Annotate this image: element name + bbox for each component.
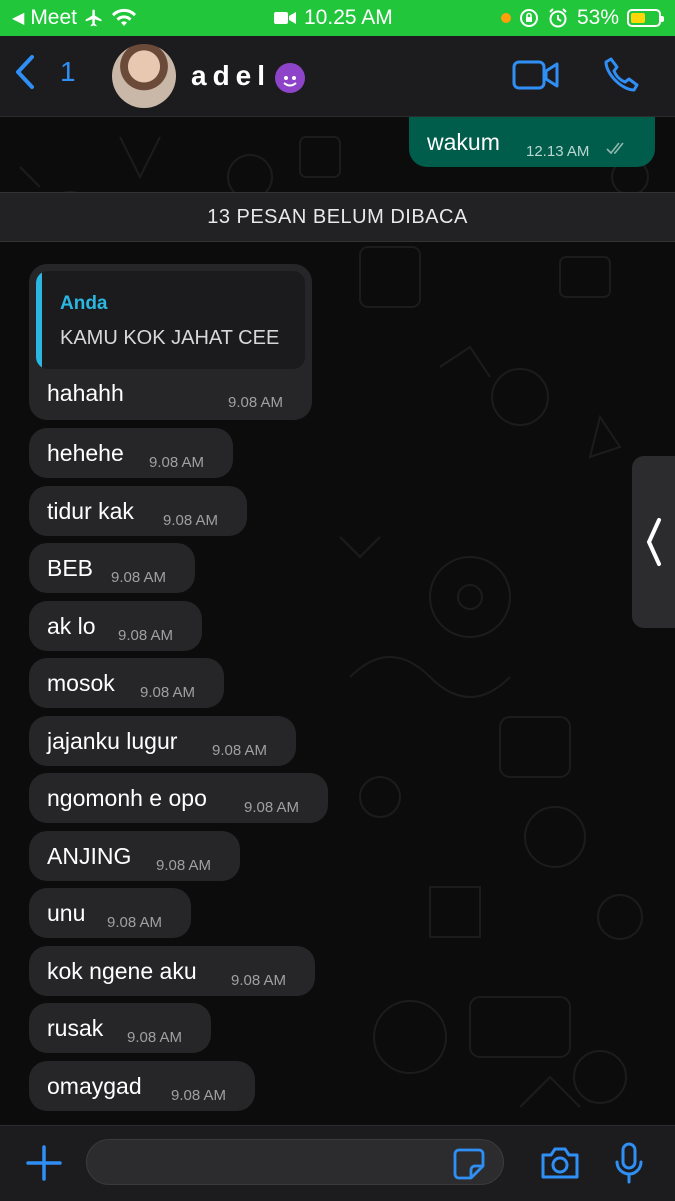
message-time: 9.08 AM (231, 971, 287, 989)
chat-area[interactable]: wakum 12.13 AM 13 PESAN BELUM DIBACA And… (0, 117, 675, 1125)
microphone-icon[interactable] (614, 1142, 644, 1184)
message-time: 9.08 AM (163, 511, 219, 529)
incoming-message[interactable]: omaygad 9.08 AM (29, 1060, 255, 1111)
message-time: 9.08 AM (140, 684, 196, 701)
message-time: 9.08 AM (156, 856, 212, 874)
back-button[interactable]: 1 (14, 54, 76, 90)
double-check-icon (606, 142, 624, 155)
incoming-message[interactable]: mosok 9.08 AM (29, 658, 224, 708)
message-time: 9.08 AM (149, 454, 205, 471)
message-input-bar (0, 1125, 675, 1201)
status-time: 10.25 AM (304, 6, 393, 29)
message-text: hahahh (47, 380, 124, 406)
message-text: ngomonh e opo (47, 785, 207, 811)
message-text: wakum (427, 129, 500, 155)
phone-call-icon[interactable] (602, 56, 640, 94)
battery-icon (627, 9, 664, 27)
chat-header: 1 adel (0, 36, 675, 117)
smiling-devil-emoji-icon (275, 62, 306, 93)
contact-name-label: adel (191, 60, 272, 91)
incoming-message[interactable]: hehehe 9.08 AM (29, 428, 233, 478)
message-time: 9.08 AM (118, 626, 174, 644)
message-text: ak lo (47, 612, 96, 639)
message-text: BEB (47, 555, 94, 581)
wifi-icon (112, 8, 136, 26)
quote-author: Anda (60, 293, 108, 314)
back-to-app-label[interactable]: Meet (30, 6, 77, 30)
outgoing-message[interactable]: wakum 12.13 AM (409, 117, 655, 167)
status-bar: ◀ Meet 10.25 AM 53% (0, 0, 675, 36)
message-text: omaygad (47, 1072, 142, 1099)
quote-text: KAMU KOK JAHAT CEE (60, 327, 280, 349)
side-panel-handle[interactable] (632, 456, 675, 628)
message-time: 9.08 AM (244, 799, 300, 816)
chevron-left-icon (16, 55, 34, 89)
message-text: rusak (47, 1015, 104, 1041)
privacy-indicator-dot (500, 13, 511, 23)
message-text: unu (47, 900, 86, 926)
status-center: 10.25 AM (274, 6, 393, 30)
message-time: 9.08 AM (127, 1029, 183, 1046)
video-recording-icon (274, 12, 296, 24)
message-time: 9.08 AM (171, 1086, 227, 1104)
message-time: 9.08 AM (228, 394, 284, 411)
back-to-app-icon[interactable]: ◀ (12, 8, 24, 28)
message-text: kok ngene aku (47, 957, 197, 984)
chevron-left-icon (646, 518, 661, 566)
battery-percentage: 53% (576, 6, 619, 29)
incoming-message[interactable]: ANJING 9.08 AM (29, 830, 240, 881)
message-text: hehehe (47, 440, 124, 466)
quote-accent-bar (36, 271, 42, 369)
alarm-icon (549, 8, 567, 28)
message-input[interactable] (86, 1139, 504, 1185)
message-time: 12.13 AM (526, 143, 590, 160)
unread-chats-count: 1 (60, 56, 76, 87)
message-text: tidur kak (47, 497, 134, 524)
incoming-message[interactable]: kok ngene aku 9.08 AM (29, 945, 315, 996)
incoming-message[interactable]: unu 9.08 AM (29, 888, 191, 938)
status-left: ◀ Meet (12, 6, 137, 30)
sticker-icon[interactable] (453, 1148, 485, 1180)
incoming-message[interactable]: jajanku lugur 9.08 AM (29, 715, 296, 766)
message-time: 9.08 AM (107, 914, 163, 931)
message-text: ANJING (47, 842, 132, 869)
plus-icon[interactable] (25, 1144, 63, 1182)
video-call-icon[interactable] (512, 58, 560, 92)
message-time: 9.08 AM (111, 569, 167, 586)
unread-messages-banner: 13 PESAN BELUM DIBACA (0, 192, 675, 242)
rotation-lock-icon (519, 9, 538, 27)
incoming-message[interactable]: ngomonh e opo 9.08 AM (29, 773, 328, 823)
message-text: jajanku lugur (47, 727, 178, 754)
incoming-message[interactable]: tidur kak 9.08 AM (29, 485, 247, 536)
contact-name[interactable]: adel (191, 60, 306, 93)
camera-icon[interactable] (540, 1146, 580, 1180)
message-text: mosok (47, 670, 115, 696)
incoming-message[interactable]: rusak 9.08 AM (29, 1003, 211, 1053)
incoming-message[interactable]: ak lo 9.08 AM (29, 600, 202, 651)
message-time: 9.08 AM (212, 741, 268, 759)
airplane-icon (85, 9, 102, 27)
status-right: 53% (500, 6, 664, 30)
incoming-message[interactable]: BEB 9.08 AM (29, 543, 195, 593)
quoted-message-preview[interactable]: Anda KAMU KOK JAHAT CEE (36, 271, 305, 369)
quoted-reply-message[interactable]: Anda KAMU KOK JAHAT CEE hahahh 9.08 AM (29, 264, 312, 420)
avatar[interactable] (112, 44, 176, 108)
